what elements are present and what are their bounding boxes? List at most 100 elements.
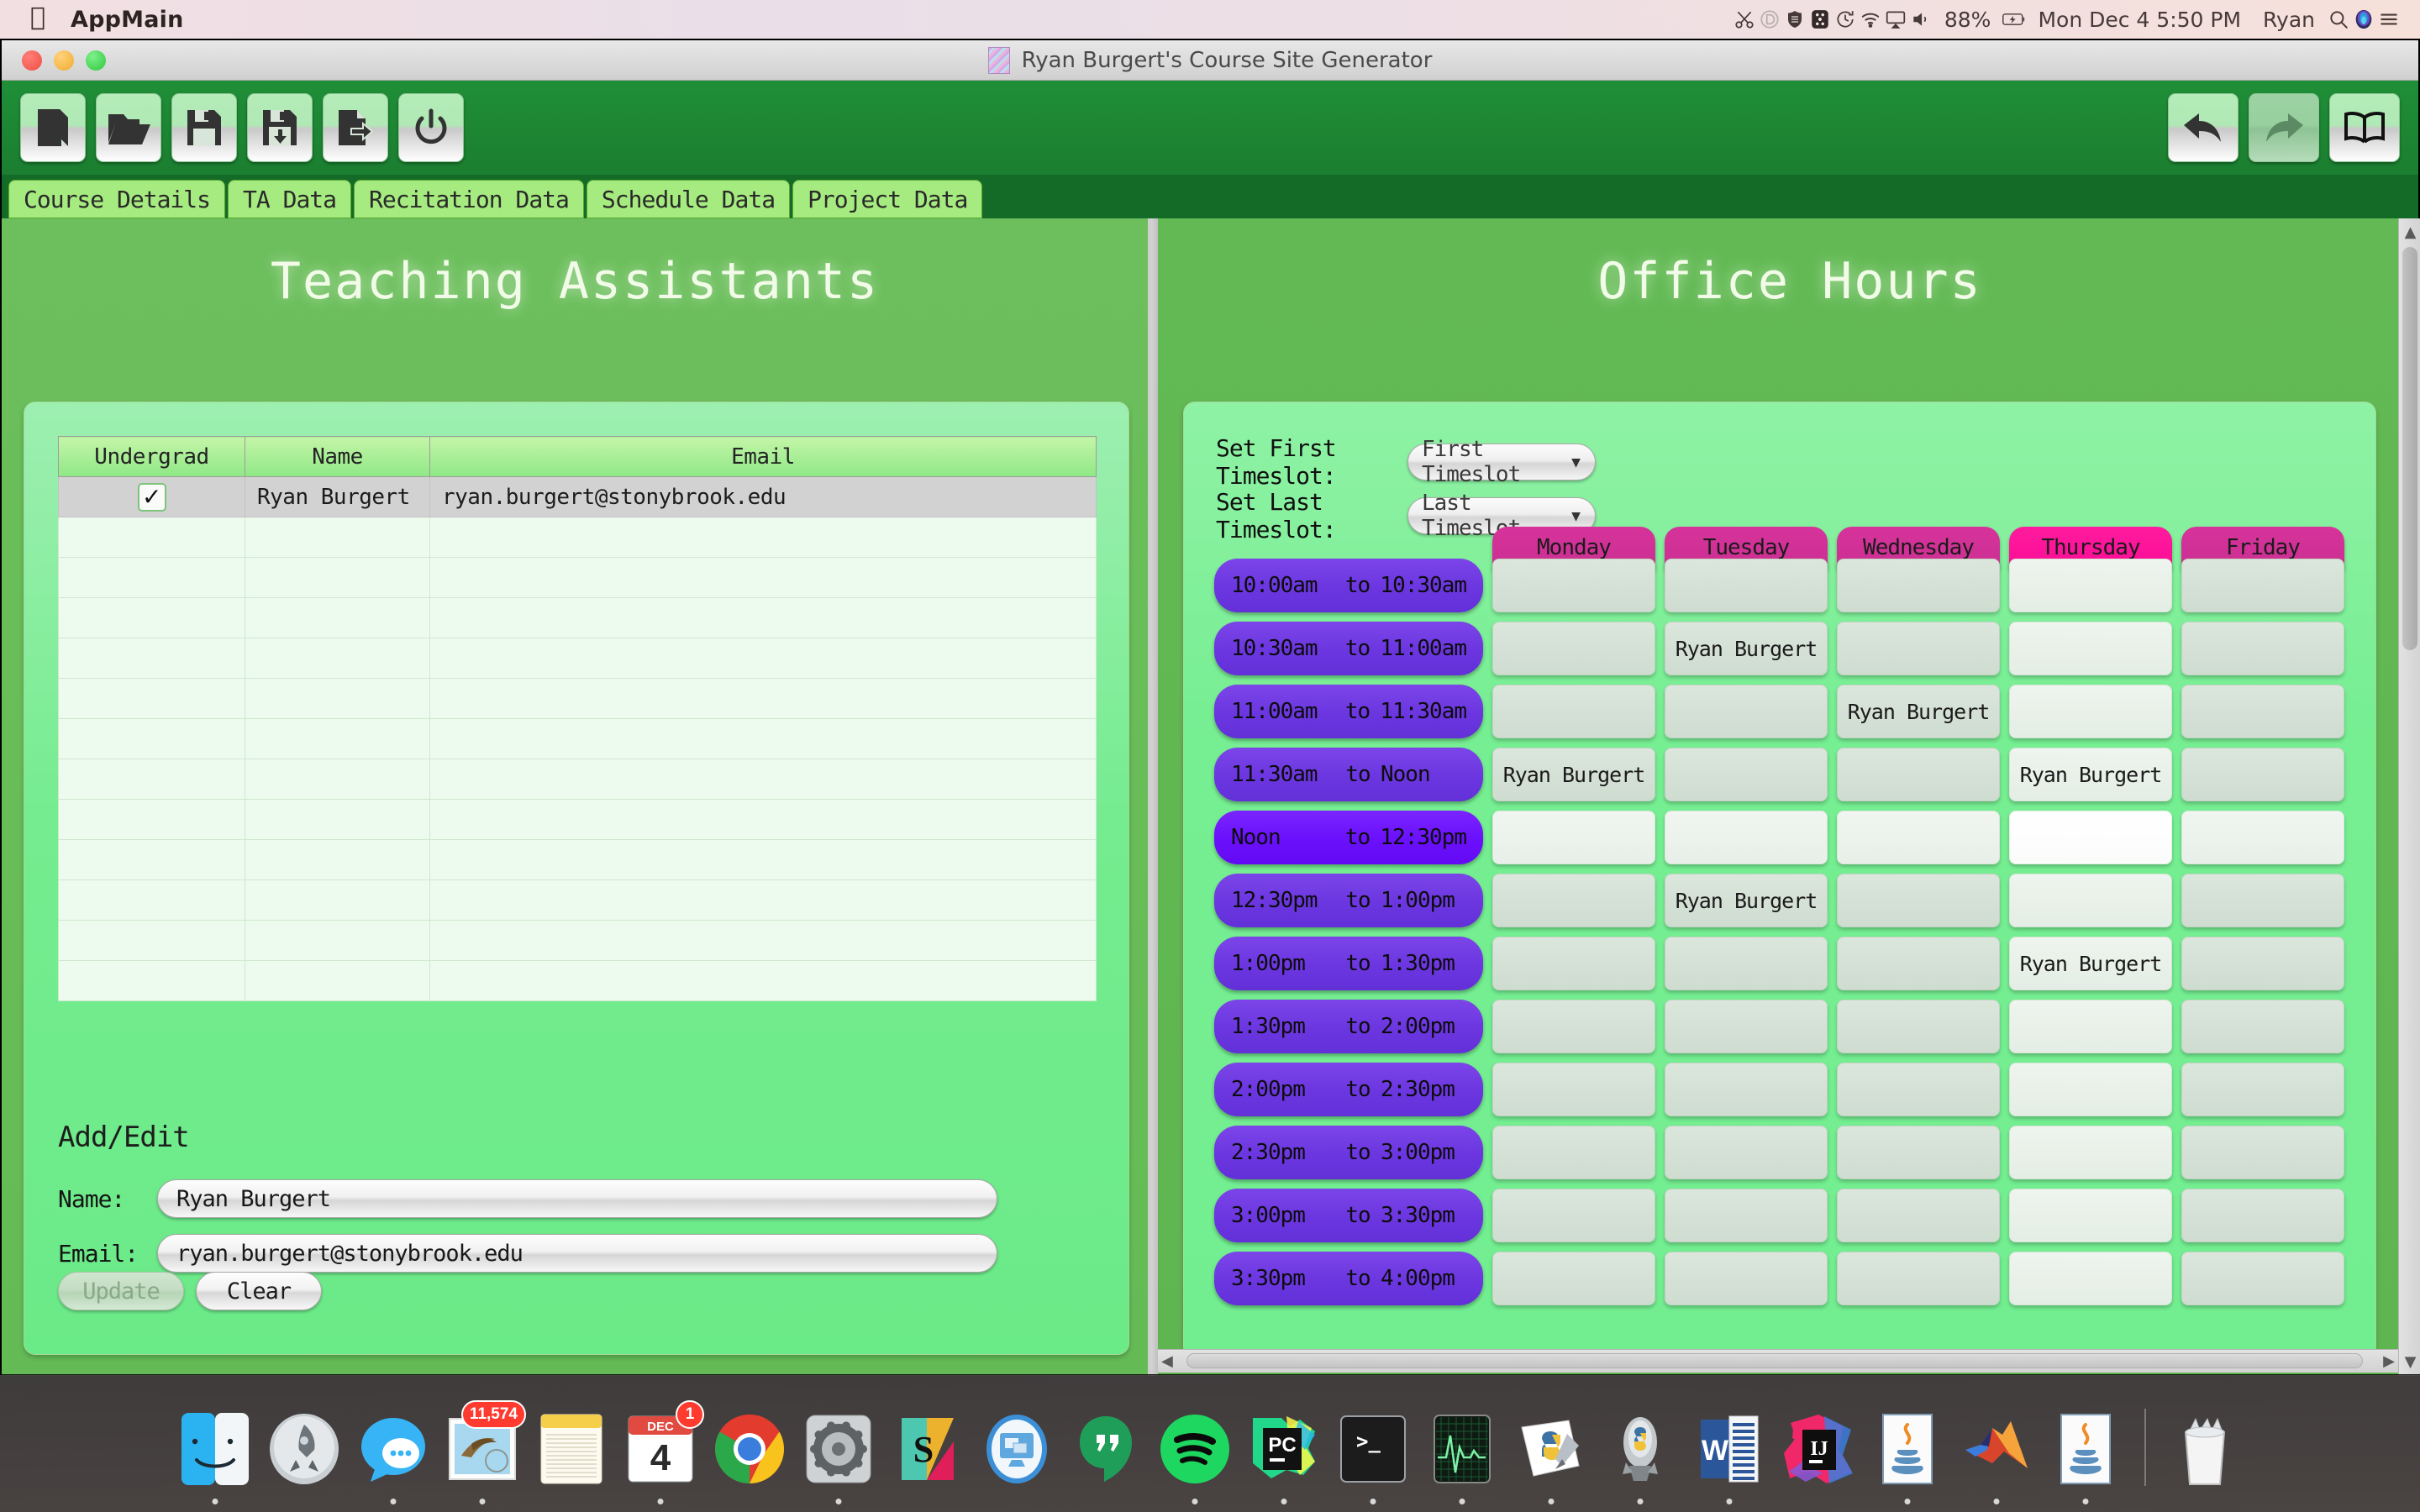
horizontal-scroll-thumb[interactable] [1186, 1353, 2363, 1368]
office-hour-cell[interactable]: Ryan Burgert [1665, 622, 1828, 675]
table-row-empty[interactable] [58, 678, 1097, 719]
office-hour-cell[interactable]: Ryan Burgert [1837, 685, 2000, 738]
first-timeslot-select[interactable]: First Timeslot ▼ [1407, 437, 1596, 487]
timeslot-label[interactable]: 11:30am to Noon [1214, 748, 1483, 801]
office-hour-cell[interactable] [2009, 1126, 2172, 1179]
circle-d-icon[interactable] [1757, 7, 1782, 32]
column-header-undergrad[interactable]: Undergrad [58, 436, 245, 477]
vertical-scroll-thumb[interactable] [2402, 247, 2417, 650]
dock-item-idle[interactable] [1512, 1404, 1590, 1504]
dock-item-chrome[interactable] [711, 1404, 788, 1494]
timeslot-label[interactable]: 12:30pm to 1:00pm [1214, 874, 1483, 927]
tab-recitation-data[interactable]: Recitation Data [354, 180, 584, 218]
office-hour-cell[interactable] [2009, 811, 2172, 864]
office-hour-cell[interactable] [2181, 685, 2344, 738]
wifi-icon[interactable] [1858, 7, 1883, 32]
new-file-button[interactable] [20, 93, 86, 162]
office-hour-cell[interactable] [1665, 811, 1828, 864]
dock-item-java-app-2[interactable] [2047, 1404, 2124, 1504]
office-hour-cell[interactable] [2181, 748, 2344, 801]
office-hour-cell[interactable] [1492, 1000, 1655, 1053]
office-hour-cell[interactable] [2009, 685, 2172, 738]
office-hour-cell[interactable] [2181, 811, 2344, 864]
table-row-empty[interactable] [58, 839, 1097, 880]
office-hour-cell[interactable]: Ryan Burgert [2009, 748, 2172, 801]
dock-item-terminal[interactable]: >_ [1334, 1404, 1412, 1504]
office-hour-cell[interactable] [2009, 1189, 2172, 1242]
office-hour-cell[interactable] [2009, 1252, 2172, 1305]
office-hour-cell[interactable] [1837, 1126, 2000, 1179]
dock-item-pycharm[interactable]: PC [1245, 1404, 1323, 1504]
office-hour-cell[interactable] [1665, 1063, 1828, 1116]
active-app-name[interactable]: AppMain [71, 7, 184, 33]
table-row-empty[interactable] [58, 759, 1097, 800]
office-hour-cell[interactable] [1492, 622, 1655, 675]
office-hour-cell[interactable] [1492, 1252, 1655, 1305]
column-header-name[interactable]: Name [245, 436, 430, 477]
menubar-clock[interactable]: Mon Dec 4 5:50 PM [2027, 9, 2252, 30]
dock-item-activity-monitor[interactable] [1423, 1404, 1501, 1504]
shield-icon[interactable] [1782, 7, 1807, 32]
scroll-up-arrow-icon[interactable]: ▲ [2405, 218, 2417, 246]
office-hour-cell[interactable] [2009, 622, 2172, 675]
table-row-empty[interactable] [58, 920, 1097, 961]
pane-divider[interactable] [1151, 218, 1158, 1376]
table-row-empty[interactable] [58, 960, 1097, 1001]
office-hour-cell[interactable] [2181, 874, 2344, 927]
airplay-icon[interactable] [1883, 7, 1908, 32]
clear-button[interactable]: Clear [196, 1272, 322, 1310]
office-hour-cell[interactable] [2181, 1252, 2344, 1305]
scroll-left-arrow-icon[interactable]: ◀ [1161, 1347, 1173, 1375]
office-hour-cell[interactable] [2009, 559, 2172, 612]
office-hour-cell[interactable] [2181, 1000, 2344, 1053]
cell-undergrad[interactable]: ✓ [58, 476, 245, 517]
office-hour-cell[interactable] [1492, 811, 1655, 864]
tab-ta-data[interactable]: TA Data [228, 180, 352, 218]
office-hour-cell[interactable] [1837, 1063, 2000, 1116]
ta-table[interactable]: Undergrad Name Email ✓ Ryan Burgert ryan.b… [58, 436, 1097, 1001]
dock-item-slack[interactable]: S [889, 1404, 966, 1494]
volume-icon[interactable] [1908, 7, 1933, 32]
office-hour-cell[interactable] [2009, 1000, 2172, 1053]
dock-item-python-launcher[interactable] [1602, 1404, 1679, 1504]
timeslot-label[interactable]: 10:00am to 10:30am [1214, 559, 1483, 612]
open-folder-button[interactable] [96, 93, 161, 162]
redo-button[interactable] [2249, 93, 2319, 162]
office-hour-cell[interactable] [2181, 1189, 2344, 1242]
timeslot-label[interactable]: 11:00am to 11:30am [1214, 685, 1483, 738]
help-button[interactable] [2329, 93, 2400, 162]
office-hour-cell[interactable] [1665, 1252, 1828, 1305]
office-hour-cell[interactable] [1837, 1189, 2000, 1242]
office-hour-cell[interactable] [1492, 874, 1655, 927]
save-button[interactable] [171, 93, 237, 162]
table-row-empty[interactable] [58, 597, 1097, 638]
table-row-empty[interactable] [58, 557, 1097, 598]
table-row-empty[interactable] [58, 879, 1097, 921]
dock-item-trash[interactable] [2166, 1404, 2244, 1494]
battery-percent[interactable]: 88% [1933, 9, 2002, 30]
dock-item-intellij-idea[interactable]: IJ [1780, 1404, 1857, 1494]
undergrad-checkbox[interactable]: ✓ [137, 482, 166, 512]
tab-course-details[interactable]: Course Details [8, 180, 226, 218]
siri-icon[interactable] [2351, 7, 2376, 32]
office-hour-cell[interactable] [1665, 1000, 1828, 1053]
office-hour-cell[interactable] [1837, 748, 2000, 801]
office-hour-cell[interactable] [1665, 559, 1828, 612]
office-hour-cell[interactable] [1837, 874, 2000, 927]
dock-item-finder[interactable] [176, 1404, 254, 1504]
undo-button[interactable] [2168, 93, 2238, 162]
office-hour-cell[interactable] [1492, 937, 1655, 990]
office-hour-cell[interactable] [2181, 1126, 2344, 1179]
dock-item-spotify[interactable] [1156, 1404, 1234, 1504]
update-button[interactable]: Update [58, 1272, 184, 1310]
office-hour-cell[interactable] [1837, 622, 2000, 675]
dock-item-microsoft-word[interactable]: W [1691, 1404, 1768, 1504]
window-controls[interactable] [22, 50, 106, 71]
scroll-right-arrow-icon[interactable]: ▶ [2383, 1347, 2395, 1375]
exit-button[interactable] [398, 93, 464, 162]
zoom-window-button[interactable] [86, 50, 106, 71]
dock-item-launchpad[interactable] [266, 1404, 343, 1494]
scissors-icon[interactable] [1732, 7, 1757, 32]
table-row-empty[interactable] [58, 517, 1097, 558]
table-row-empty[interactable] [58, 638, 1097, 679]
